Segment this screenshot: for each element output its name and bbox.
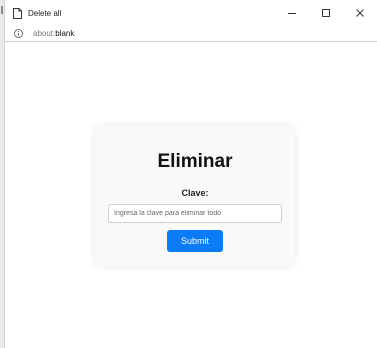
url-path: blank [55,29,75,38]
close-icon [356,9,364,17]
maximize-button[interactable] [309,0,343,26]
edge-marker [1,6,3,14]
minimize-icon [288,13,296,14]
delete-form-card: Eliminar Clave: Submit [95,126,295,266]
url-scheme: about: [33,29,56,38]
window-controls [275,0,377,26]
key-input[interactable] [108,204,282,223]
page-icon [13,7,22,19]
close-button[interactable] [343,0,377,26]
browser-window: Delete all about: blank Eliminar Clave: … [0,0,377,348]
submit-button[interactable]: Submit [167,230,223,252]
title-bar: Delete all [5,0,377,26]
page-content: Eliminar Clave: Submit [5,43,377,348]
key-label: Clave: [181,188,209,198]
address-bar[interactable]: about: blank [5,26,377,42]
maximize-icon [322,9,330,17]
minimize-button[interactable] [275,0,309,26]
form-title: Eliminar [157,151,233,172]
window-title: Delete all [28,8,62,18]
info-icon[interactable] [14,29,23,38]
